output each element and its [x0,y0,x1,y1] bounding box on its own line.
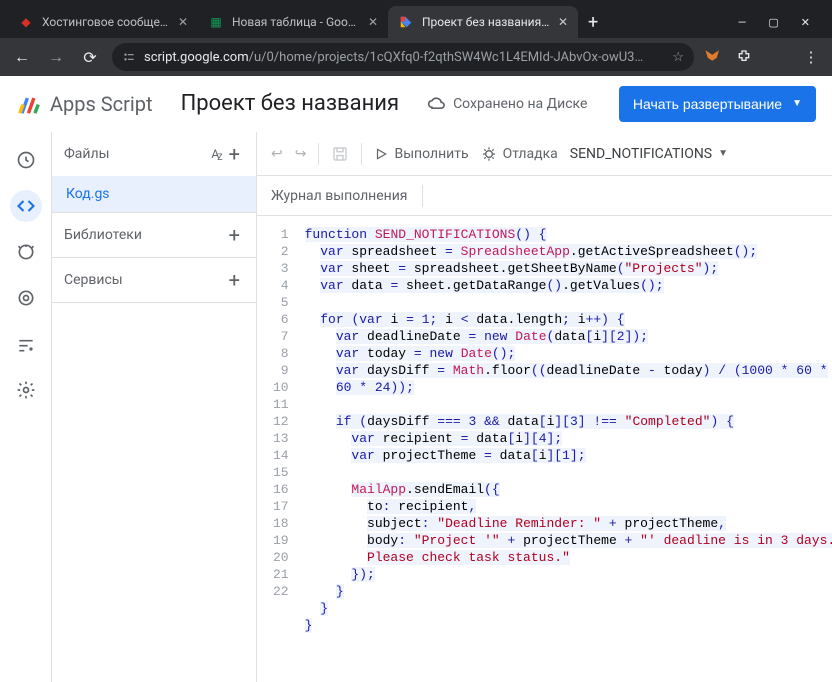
add-library-button[interactable]: + [225,223,244,247]
tab-label: Проект без названия - Ре [422,15,550,29]
function-selector[interactable]: SEND_NOTIFICATIONS ▼ [570,146,728,162]
tab-strip: ◆ Хостинговое сообщество ✕ ▦ Новая табли… [0,0,832,38]
rail-project-history-icon[interactable] [10,328,42,360]
new-tab-button[interactable]: + [578,12,608,33]
favicon-icon [398,14,414,30]
rail-overview-icon[interactable] [10,144,42,176]
app-header: Apps Script Проект без названия Сохранен… [0,76,832,132]
files-label: Файлы [64,146,207,162]
chevron-down-icon: ▼ [718,148,728,159]
rail-settings-icon[interactable] [10,374,42,406]
extensions-icon[interactable] [736,49,758,65]
browser-tab-2[interactable]: ▦ Новая таблица - Google Т ✕ [198,6,388,38]
libraries-header: Библиотеки + [52,213,256,257]
product-name: Apps Script [50,92,153,116]
project-title[interactable]: Проект без названия [181,91,400,116]
deploy-label: Начать развертывание [633,96,782,112]
run-label: Выполнить [394,146,468,162]
line-gutter: 1 2 3 4 5 6 7 8 9 10 11 12 13 14 15 16 1… [257,216,299,682]
files-header: Файлы AZ + [52,132,256,176]
product-logo[interactable]: Apps Script [16,91,153,117]
reload-button[interactable]: ⟳ [78,48,102,67]
execution-log-label[interactable]: Журнал выполнения [271,188,408,204]
rail-executions-icon[interactable] [10,282,42,314]
deploy-button[interactable]: Начать развертывание ▼ [619,86,816,122]
browser-tab-1[interactable]: ◆ Хостинговое сообщество ✕ [8,6,198,38]
favicon-icon: ◆ [18,14,34,30]
window-controls: — ▢ ✕ [738,16,824,29]
browser-chrome: ◆ Хостинговое сообщество ✕ ▦ Новая табли… [0,0,832,76]
back-button[interactable]: ← [10,47,34,67]
code-content[interactable]: function SEND_NOTIFICATIONS() { var spre… [299,216,832,682]
rail-editor-icon[interactable] [10,190,42,222]
maximize-icon[interactable]: ▢ [768,16,778,29]
browser-menu-icon[interactable]: ⋮ [800,48,822,66]
apps-script-logo-icon [16,91,42,117]
forward-button[interactable]: → [44,47,68,67]
undo-icon[interactable]: ↩ [271,146,283,162]
star-icon[interactable]: ☆ [672,50,684,65]
apps-script-app: Apps Script Проект без названия Сохранен… [0,76,832,682]
tab-label: Новая таблица - Google Т [232,15,360,29]
chevron-down-icon: ▼ [792,98,802,109]
redo-icon[interactable]: ↪ [295,146,307,162]
files-sidebar: Файлы AZ + Код.gs Библиотеки + Сервисы + [52,132,257,682]
services-header: Сервисы + [52,258,256,302]
left-rail [0,132,52,682]
debug-button[interactable]: Отладка [481,146,558,162]
services-label: Сервисы [64,272,225,288]
browser-tab-3[interactable]: Проект без названия - Ре ✕ [388,6,578,38]
extension-metamask-icon[interactable] [704,48,726,66]
debug-label: Отладка [503,146,558,162]
site-info-icon[interactable] [122,50,136,64]
close-window-icon[interactable]: ✕ [801,16,810,29]
address-bar[interactable]: script.google.com/u/0/home/projects/1cQX… [112,43,694,71]
main-area: Файлы AZ + Код.gs Библиотеки + Сервисы + [0,132,832,682]
save-icon[interactable] [331,145,349,163]
save-status-label: Сохранено на Диске [453,96,587,112]
run-button[interactable]: Выполнить [374,146,468,162]
favicon-icon: ▦ [208,14,224,30]
code-editor[interactable]: 1 2 3 4 5 6 7 8 9 10 11 12 13 14 15 16 1… [257,216,832,682]
sort-icon[interactable]: AZ [207,147,224,161]
save-status: Сохранено на Диске [427,94,587,114]
url-text: script.google.com/u/0/home/projects/1cQX… [144,50,643,65]
add-file-button[interactable]: + [225,142,244,166]
function-name: SEND_NOTIFICATIONS [570,146,712,162]
file-item[interactable]: Код.gs [52,176,256,212]
close-icon[interactable]: ✕ [368,15,378,29]
editor-subbar: Журнал выполнения [257,176,832,216]
tab-label: Хостинговое сообщество [42,15,170,29]
libraries-label: Библиотеки [64,227,225,243]
editor-pane: ↩ ↪ Выполнить Отладка SEND_NOTIFICATIONS… [257,132,832,682]
minimize-icon[interactable]: — [738,16,747,29]
add-service-button[interactable]: + [225,268,244,292]
editor-toolbar: ↩ ↪ Выполнить Отладка SEND_NOTIFICATIONS… [257,132,832,176]
cloud-saved-icon [427,94,447,114]
close-icon[interactable]: ✕ [178,15,188,29]
omnibox-row: ← → ⟳ script.google.com/u/0/home/project… [0,38,832,76]
close-icon[interactable]: ✕ [558,15,568,29]
rail-triggers-icon[interactable] [10,236,42,268]
